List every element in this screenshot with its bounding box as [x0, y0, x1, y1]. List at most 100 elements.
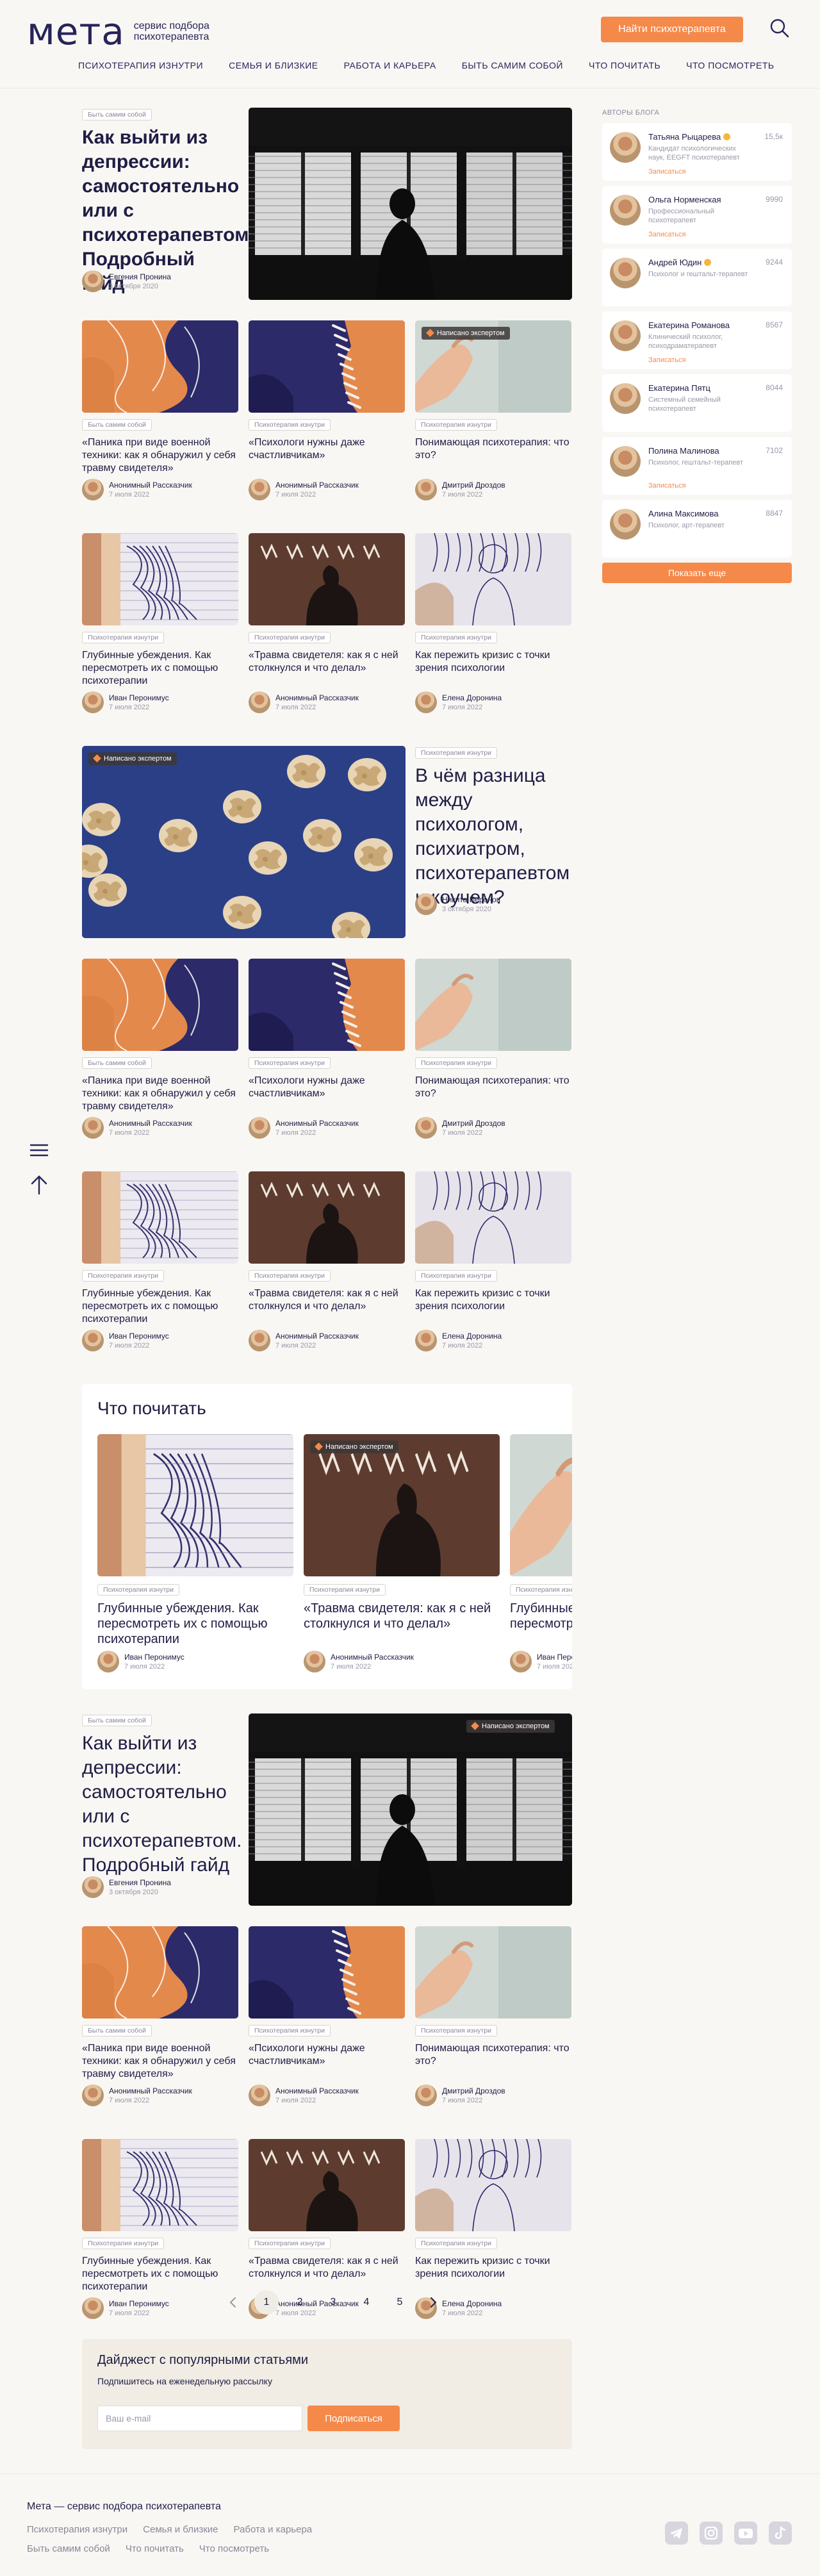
article-title[interactable]: Понимающая психотерапия: что это?: [415, 2042, 571, 2082]
article-card[interactable]: Психотерапия изнутри «Травма свидетеля: …: [249, 1171, 405, 1351]
window-silhouette-image[interactable]: [249, 108, 572, 300]
category-tag[interactable]: Психотерапия изнутри: [415, 2238, 498, 2249]
category-tag[interactable]: Быть самим собой: [82, 2025, 152, 2036]
author-name[interactable]: Евгения Пронина: [109, 272, 171, 281]
author-name[interactable]: Анонимный Рассказчик: [109, 481, 192, 490]
article-card[interactable]: Быть самим собой «Паника при виде военно…: [82, 1926, 238, 2106]
book-session-link[interactable]: Записаться: [648, 168, 685, 176]
author-name[interactable]: Дмитрий Дроздов: [442, 1119, 505, 1128]
author-name[interactable]: Дмитрий Дроздов: [442, 481, 505, 490]
author-name[interactable]: Никита Перонов: [442, 895, 500, 904]
carousel-card[interactable]: Психотерапия изнутри Глубинные убеждения…: [97, 1434, 293, 1672]
article-title[interactable]: Как пережить кризис с точки зрения психо…: [415, 649, 571, 689]
author-name[interactable]: Елена Доронина: [442, 693, 502, 702]
article-thumbnail[interactable]: [82, 320, 238, 413]
category-tag[interactable]: Психотерапия изнутри: [249, 2238, 331, 2249]
category-tag[interactable]: Психотерапия изнутри: [415, 419, 498, 431]
author-name[interactable]: Иван Перонимус: [124, 1653, 184, 1662]
article-thumbnail[interactable]: [249, 320, 405, 413]
carousel-card[interactable]: Написано экспертом Психотерапия изнутри …: [304, 1434, 500, 1672]
article-thumbnail[interactable]: [249, 959, 405, 1051]
author-name[interactable]: Анонимный Рассказчик: [275, 2086, 359, 2095]
category-tag[interactable]: Быть самим собой: [82, 1057, 152, 1069]
category-tag[interactable]: Психотерапия изнутри: [249, 2025, 331, 2036]
category-tag[interactable]: Психотерапия изнутри: [415, 747, 498, 759]
article-thumbnail[interactable]: Написано экспертом: [304, 1434, 500, 1576]
article-thumbnail[interactable]: [82, 1171, 238, 1264]
author-card[interactable]: Татьяна Рыцарева 15,5к Кандидат психолог…: [602, 123, 792, 181]
author-card[interactable]: Ольга Норменская 9990 Профессиональный п…: [602, 186, 792, 244]
author-name[interactable]: Анонимный Рассказчик: [275, 481, 359, 490]
nav-item-work[interactable]: работа и карьера: [344, 60, 436, 70]
author-name[interactable]: Алина Максимова: [648, 509, 719, 518]
author-name[interactable]: Иван Перонимус: [537, 1653, 572, 1662]
show-more-button[interactable]: Показать еще: [602, 563, 792, 583]
book-session-link[interactable]: Записаться: [648, 482, 685, 490]
author-name[interactable]: Екатерина Романова: [648, 320, 730, 330]
author-name[interactable]: Ольга Норменская: [648, 195, 721, 204]
author-name[interactable]: Елена Доронина: [442, 1332, 502, 1341]
page-number[interactable]: 2: [283, 2290, 316, 2315]
article-thumbnail[interactable]: [97, 1434, 293, 1576]
book-session-link[interactable]: Записаться: [648, 356, 685, 364]
nav-item-self[interactable]: быть самим собой: [462, 60, 563, 70]
nav-item-read[interactable]: что почитать: [589, 60, 660, 70]
article-thumbnail[interactable]: [415, 533, 571, 625]
author-card[interactable]: Алина Максимова 8847 Психолог, арт-терап…: [602, 500, 792, 557]
article-thumbnail[interactable]: [82, 959, 238, 1051]
menu-icon[interactable]: [29, 1143, 49, 1157]
author-card[interactable]: Полина Малинова 7102 Психолог, гештальт-…: [602, 437, 792, 495]
walnuts-image[interactable]: [82, 746, 406, 938]
article-card[interactable]: Психотерапия изнутри Глубинные убеждения…: [82, 1171, 238, 1351]
youtube-icon[interactable]: [733, 2520, 758, 2546]
chevron-left-icon[interactable]: [217, 2290, 250, 2315]
author-name[interactable]: Иван Перонимус: [109, 693, 169, 702]
article-title[interactable]: «Травма свидетеля: как я с ней столкнулс…: [249, 649, 405, 689]
author-name[interactable]: Анонимный Рассказчик: [331, 1653, 414, 1662]
article-card[interactable]: Психотерапия изнутри Как пережить кризис…: [415, 533, 571, 713]
author-card[interactable]: Екатерина Романова 8567 Клинический псих…: [602, 311, 792, 369]
article-title[interactable]: «Травма свидетеля: как я с ней столкнулс…: [249, 2255, 405, 2295]
article-thumbnail[interactable]: Написано экспертом: [415, 320, 571, 413]
category-tag[interactable]: Психотерапия изнутри: [304, 1584, 386, 1596]
instagram-icon[interactable]: [698, 2520, 724, 2546]
featured-title[interactable]: В чём разница между психологом, психиатр…: [415, 764, 572, 910]
author-name[interactable]: Андрей Юдин: [648, 258, 712, 267]
article-thumbnail[interactable]: [249, 1926, 405, 2019]
category-tag[interactable]: Быть самим собой: [82, 1715, 152, 1726]
article-thumbnail[interactable]: [510, 1434, 572, 1576]
telegram-icon[interactable]: [664, 2520, 689, 2546]
footer-link[interactable]: Что посмотреть: [199, 2543, 269, 2554]
article-title[interactable]: Понимающая психотерапия: что это?: [415, 1075, 571, 1114]
category-tag[interactable]: Психотерапия изнутри: [82, 2238, 165, 2249]
article-title[interactable]: «Психологи нужны даже счастливчикам»: [249, 436, 405, 476]
article-thumbnail[interactable]: [249, 2139, 405, 2231]
nav-item-family[interactable]: семья и близкие: [229, 60, 318, 70]
subscribe-button[interactable]: Подписаться: [308, 2406, 400, 2431]
author-name[interactable]: Анонимный Рассказчик: [275, 693, 359, 702]
article-title[interactable]: «Паника при виде военной техники: как я …: [82, 1075, 238, 1114]
article-title[interactable]: «Травма свидетеля: как я с ней столкнулс…: [304, 1601, 500, 1647]
article-title[interactable]: «Психологи нужны даже счастливчикам»: [249, 2042, 405, 2082]
category-tag[interactable]: Психотерапия изнутри: [415, 1270, 498, 1282]
author-name[interactable]: Дмитрий Дроздов: [442, 2086, 505, 2095]
category-tag[interactable]: Психотерапия изнутри: [249, 419, 331, 431]
author-name[interactable]: Полина Малинова: [648, 446, 719, 456]
footer-link[interactable]: Быть самим собой: [27, 2543, 110, 2554]
featured-article[interactable]: Написано экспертом Психотерапия изнутри …: [82, 746, 572, 938]
page-number[interactable]: 5: [383, 2290, 416, 2315]
category-tag[interactable]: Психотерапия изнутри: [82, 632, 165, 643]
category-tag[interactable]: Быть самим собой: [82, 109, 152, 120]
footer-link[interactable]: Психотерапия изнутри: [27, 2524, 127, 2535]
category-tag[interactable]: Психотерапия изнутри: [510, 1584, 572, 1596]
article-title[interactable]: «Паника при виде военной техники: как я …: [82, 436, 238, 476]
author-name[interactable]: Анонимный Рассказчик: [275, 1119, 359, 1128]
page-number[interactable]: 3: [316, 2290, 350, 2315]
window-silhouette-image[interactable]: [249, 1713, 572, 1906]
article-thumbnail[interactable]: [82, 1926, 238, 2019]
article-title[interactable]: Понимающая психотерапия: что это?: [415, 436, 571, 476]
author-name[interactable]: Анонимный Рассказчик: [109, 1119, 192, 1128]
chevron-right-icon[interactable]: [416, 2290, 450, 2315]
article-title[interactable]: Как пережить кризис с точки зрения психо…: [415, 2255, 571, 2295]
arrow-up-icon[interactable]: [29, 1174, 49, 1196]
